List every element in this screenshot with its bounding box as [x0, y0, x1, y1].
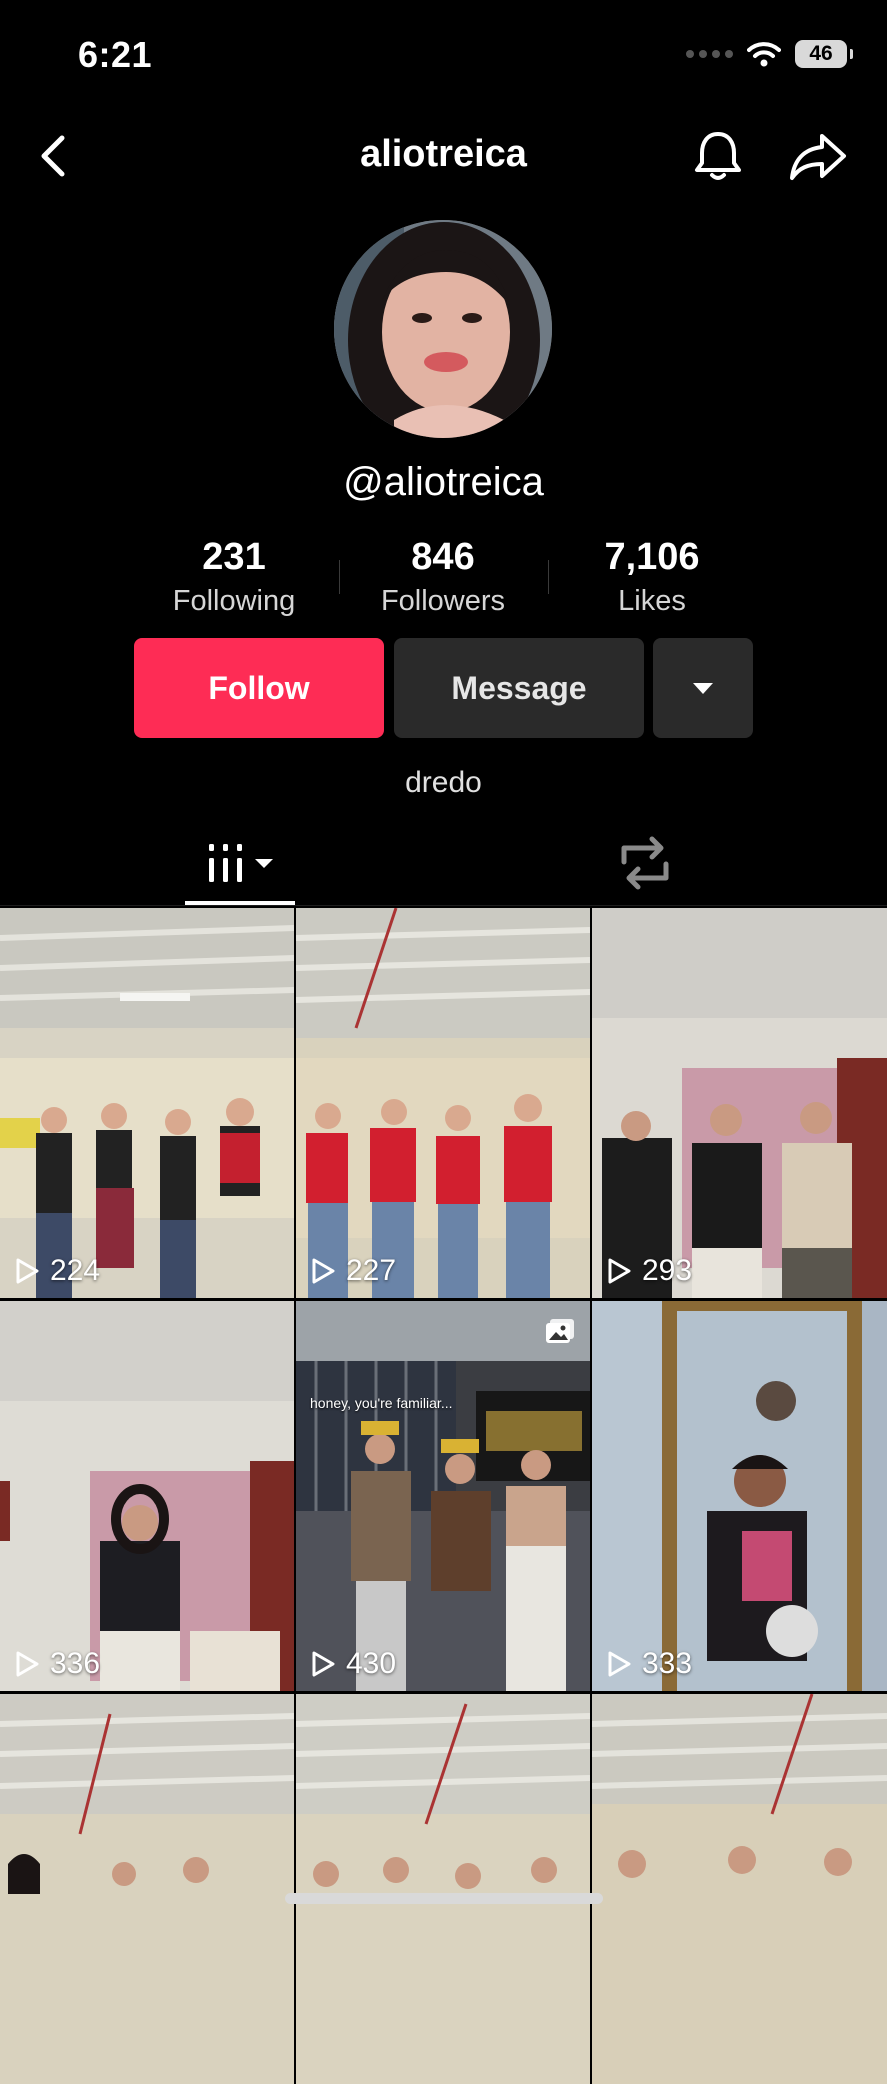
profile-bio: dredo: [405, 766, 482, 799]
photo-tile[interactable]: honey, you're familiar... 430: [296, 1301, 590, 1691]
view-count: 333: [606, 1647, 692, 1681]
video-tile[interactable]: 224: [0, 908, 294, 1298]
view-count-text: 224: [50, 1254, 101, 1287]
video-tile[interactable]: 293: [592, 908, 887, 1298]
home-indicator: [285, 1893, 603, 1904]
video-tile[interactable]: [592, 1694, 887, 2084]
video-tile[interactable]: 336: [0, 1301, 294, 1691]
video-grid: 224 227 293 336 honey, you're familiar..…: [0, 908, 887, 2084]
stat-likes[interactable]: 7,106 Likes: [552, 536, 752, 618]
stat-label: Following: [172, 585, 296, 617]
view-count: 430: [310, 1647, 396, 1681]
stat-followers[interactable]: 846 Followers: [343, 536, 543, 618]
view-count: 336: [14, 1647, 100, 1681]
view-count-text: 227: [346, 1254, 397, 1287]
message-button[interactable]: Message: [394, 638, 644, 738]
video-tile[interactable]: 227: [296, 908, 590, 1298]
play-icon: [608, 1258, 631, 1284]
video-grid-icon: [209, 844, 242, 882]
photo-caption: honey, you're familiar...: [310, 1395, 453, 1411]
video-tile[interactable]: [0, 1694, 294, 2084]
stat-following[interactable]: 231 Following: [134, 536, 334, 618]
view-count-text: 430: [346, 1647, 397, 1680]
profile-handle: @aliotreica: [343, 460, 544, 504]
battery-indicator: 46: [795, 40, 853, 68]
share-arrow-icon: [790, 134, 846, 180]
video-tile[interactable]: [296, 1694, 590, 2084]
status-time: 6:21: [78, 34, 153, 75]
share-button[interactable]: [786, 126, 850, 186]
play-icon: [16, 1651, 39, 1677]
play-icon: [312, 1258, 335, 1284]
caret-down-icon: [693, 682, 713, 694]
stat-label: Followers: [380, 585, 506, 617]
notifications-button[interactable]: [688, 126, 748, 186]
page-title: aliotreica: [360, 133, 527, 175]
tab-reposts[interactable]: [610, 830, 680, 896]
stat-value: 7,106: [604, 536, 700, 578]
stat-divider: [548, 560, 549, 594]
follow-button[interactable]: Follow: [134, 638, 384, 738]
stat-label: Likes: [618, 585, 686, 617]
tab-divider: [0, 905, 887, 906]
view-count: 293: [606, 1254, 692, 1288]
tab-caret-down-icon: [255, 858, 273, 868]
more-options-button[interactable]: [653, 638, 753, 738]
tab-videos[interactable]: [185, 820, 295, 906]
view-count: 224: [14, 1254, 100, 1288]
wifi-icon: [747, 42, 781, 67]
view-count-text: 336: [50, 1647, 101, 1680]
photo-carousel-icon: [546, 1319, 574, 1343]
play-icon: [312, 1651, 335, 1677]
play-icon: [16, 1258, 39, 1284]
status-icons: 46: [686, 40, 853, 68]
view-count-text: 333: [642, 1647, 693, 1680]
video-tile[interactable]: 333: [592, 1301, 887, 1691]
bell-icon: [695, 132, 741, 180]
view-count-text: 293: [642, 1254, 693, 1287]
stat-value: 846: [411, 536, 475, 578]
stat-value: 231: [202, 536, 266, 578]
view-count: 227: [310, 1254, 396, 1288]
play-icon: [608, 1651, 631, 1677]
signal-dots-icon: [686, 50, 733, 58]
stat-divider: [339, 560, 340, 594]
repost-icon: [621, 836, 669, 890]
avatar[interactable]: [334, 220, 552, 438]
